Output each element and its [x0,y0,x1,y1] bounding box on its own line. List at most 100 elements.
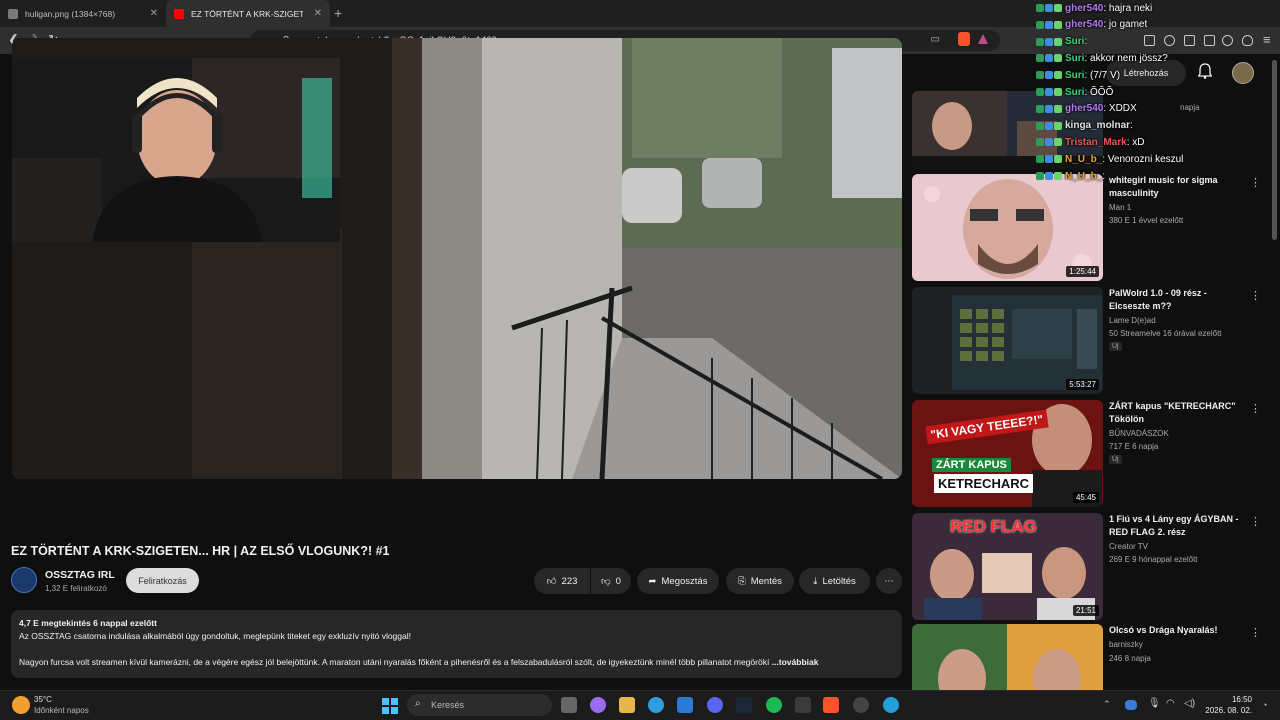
webcam-frame [12,58,340,242]
badge-icon [1045,88,1053,96]
close-icon[interactable]: ✕ [314,8,322,19]
more-vert-icon[interactable]: ⋮ [1250,626,1261,639]
share-button[interactable]: ➦ Megosztás [637,568,719,594]
more-icon: ⋯ [884,575,894,587]
thumbnail-caption-mid: ZÁRT KAPUS [932,458,1011,472]
recommendation-channel[interactable]: Man 1 [1109,203,1131,212]
video-description[interactable]: 4,7 E megtekintés 6 nappal ezelőtt Az OS… [11,610,902,678]
recommendation-channel[interactable]: barniszky [1109,640,1143,649]
taskbar-search[interactable]: ⌕ Keresés [407,694,552,716]
recommendation-item[interactable]: RED FLAG 21:51 1 Fiú vs 4 Lány egy ÁGYBA… [912,513,1272,621]
more-vert-icon[interactable]: ⋮ [1250,515,1261,528]
badge-icon [1036,20,1044,29]
show-more-link[interactable]: ...továbbiak [772,657,819,667]
tab-label: EZ TÖRTÉNT A KRK-SZIGETEN... [191,8,303,19]
chat-message: Tristan_Mark: xD [1036,134,1144,150]
badge-icon [1045,121,1053,130]
chat-text: : [1084,36,1088,48]
badge-icon [1054,71,1062,80]
subscribe-button[interactable]: Feliratkozás [126,568,199,593]
new-tab-button[interactable]: + [334,5,342,21]
more-actions-button[interactable]: ⋯ [876,568,902,594]
more-vert-icon[interactable]: ⋮ [1250,289,1261,302]
download-icon: ⤓ [813,575,818,587]
recommendation-item[interactable]: 1:25:44 whitegirl music for sigma mascul… [912,174,1272,282]
channel-avatar[interactable] [11,567,37,593]
xbox-icon[interactable] [795,697,811,713]
spotify-icon[interactable] [766,697,782,713]
badge-icon [1045,37,1053,46]
chat-username[interactable]: N_U_b_ [1065,171,1102,182]
start-button[interactable] [382,698,398,714]
chat-badges [1036,138,1062,147]
recommendation-channel[interactable]: BŰNVADÁSZOK [1109,429,1169,438]
like-count: 223 [561,575,578,587]
recommendation-thumbnail: 1:25:44 [912,174,1103,281]
chat-badges [1036,54,1062,63]
download-button[interactable]: ⤓ Letöltés [799,568,870,594]
recommendation-title: 1 Fiú vs 4 Lány egy ÁGYBAN - RED FLAG 2.… [1109,514,1239,537]
chat-username[interactable]: Suri [1065,36,1084,47]
recommendation-thumbnail [912,624,1103,690]
network-icon[interactable]: ◠ [1166,698,1175,709]
recommendation-item[interactable]: Olcsó vs Drága Nyaralás! barniszky 246 8… [912,624,1272,690]
recommendation-channel[interactable]: Creator TV [1109,542,1148,551]
store-icon[interactable] [677,697,693,713]
chat-text: : (7/7 V) [1084,69,1121,81]
chat-username[interactable]: Suri [1065,87,1084,98]
badge-icon [1036,71,1044,80]
tray-overflow-icon[interactable]: ⌃ [1103,699,1111,710]
subscriber-count: 1,32 E feliratkozó [45,584,107,593]
chat-username[interactable]: gher540 [1065,19,1103,30]
tab-label: huligan.png (1384×768) [25,8,116,19]
chat-text: : [1102,170,1106,182]
dislike-button[interactable]: 👎︎ 0 [591,568,631,594]
microphone-icon[interactable]: 🎙︎ [1148,698,1161,709]
recommendation-item[interactable]: "KI VAGY TEEEE?!" ZÁRT KAPUS KETRECHARC … [912,400,1272,508]
tab-youtube-video[interactable]: EZ TÖRTÉNT A KRK-SZIGETEN... ✕ [166,0,330,27]
brave-shield-icon[interactable] [958,32,970,46]
badge-icon [1036,121,1044,130]
chat-badges [1036,121,1062,130]
chat-username[interactable]: gher540 [1065,3,1103,14]
task-view-icon[interactable] [561,697,577,713]
recommendation-item[interactable]: 5:53:27 PalWolrd 1.0 - 09 rész - Elcsesz… [912,287,1272,395]
channel-name[interactable]: OSSZTAG IRL [45,569,115,581]
edge-icon[interactable] [648,697,664,713]
more-vert-icon[interactable]: ⋮ [1250,402,1261,415]
duration-badge: 1:25:44 [1066,266,1099,277]
file-explorer-icon[interactable] [619,697,635,713]
clock-time[interactable]: 16:50 [1222,695,1252,704]
brave-rewards-icon[interactable] [978,34,988,44]
chat-text: : xD [1126,136,1145,148]
brave-icon[interactable] [823,697,839,713]
new-badge: Új [1109,342,1122,351]
notification-bell-icon[interactable]: ◔ [1262,700,1267,710]
chat-username[interactable]: Tristan_Mark [1065,137,1127,148]
onedrive-icon[interactable] [1125,700,1137,710]
chat-message: gher540: hajra neki [1036,0,1152,16]
stream-chat-overlay: gher540: hajra neki gher540: jo gamet Suri… [1036,0,1280,182]
steam-icon[interactable] [736,697,752,713]
clock-date[interactable]: 2026. 08. 02. [1200,706,1252,715]
copilot-icon[interactable] [590,697,606,713]
recommendation-channel[interactable]: Lame D(e)ad [1109,316,1156,325]
weather-sun-icon[interactable] [12,696,30,714]
tab-huligan-image[interactable]: huligan.png (1384×768) ✕ [0,0,166,27]
chat-username[interactable]: Suri [1065,70,1084,81]
badge-icon [1054,121,1062,130]
save-button[interactable]: ⎘ Mentés [726,568,794,594]
like-button[interactable]: 👍︎ 223 [534,568,590,594]
obs-icon[interactable] [853,697,869,713]
chat-text: : jo gamet [1103,19,1148,31]
cast-icon[interactable]: ▭ [931,34,940,45]
chat-username[interactable]: kinga_molnar [1065,120,1130,131]
badge-icon [1045,20,1053,29]
chat-username[interactable]: gher540 [1065,103,1103,114]
telegram-icon[interactable] [883,697,899,713]
close-icon[interactable]: ✕ [150,8,158,19]
chat-username[interactable]: Suri [1065,53,1084,64]
chat-username[interactable]: N_U_b_ [1065,154,1102,165]
volume-icon[interactable]: ◁) [1184,698,1195,709]
discord-icon[interactable] [707,697,723,713]
